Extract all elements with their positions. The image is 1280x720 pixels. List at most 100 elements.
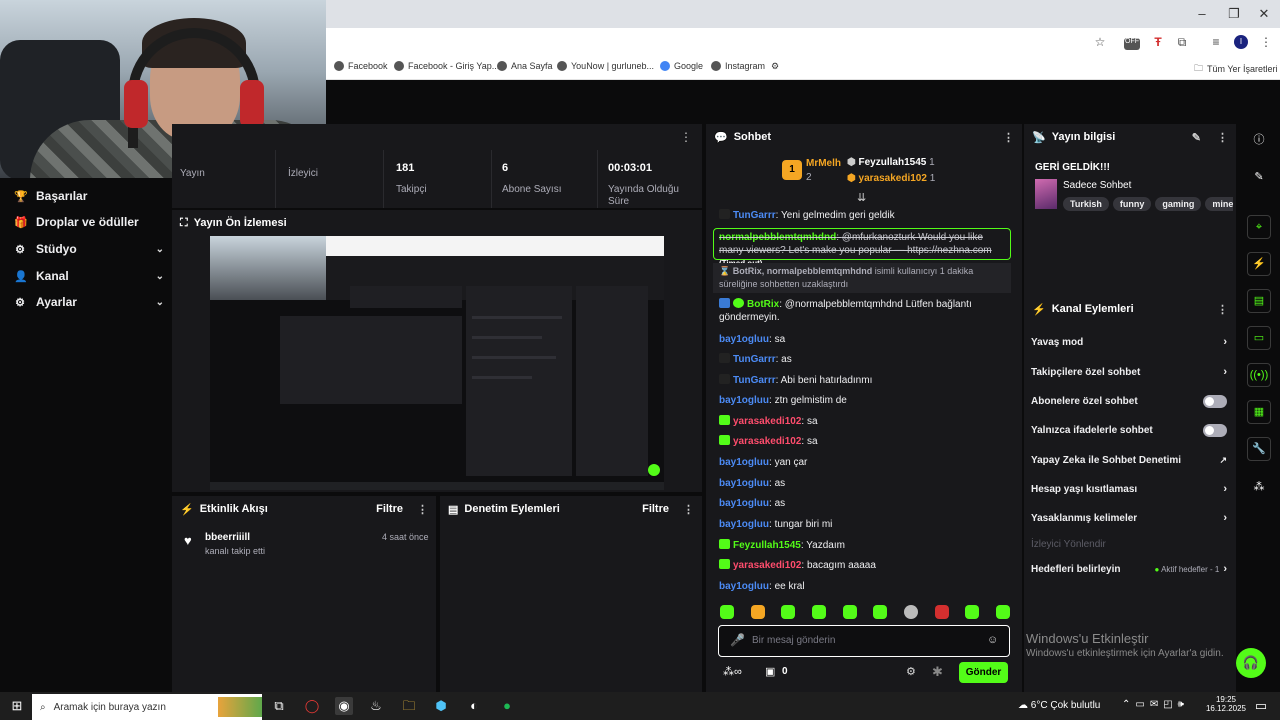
lightning-icon[interactable]: ⚡ [1247,252,1271,276]
sidebar-item-studio[interactable]: ⚙ Stüdyo ⌄ [14,236,164,262]
task-view-icon[interactable]: ⧉ [270,697,288,715]
action-emotes-only[interactable]: Yalnızca ifadelerle sohbet [1031,420,1227,440]
obs-icon[interactable]: ◐ [465,697,483,715]
action-slow-mode[interactable]: Yavaş mod › [1031,332,1227,352]
stat-followers: 181 Takipçi [388,150,492,208]
tag[interactable]: minecra [1205,197,1233,211]
settings-bookmark-icon[interactable]: ⚙ [771,61,779,72]
more-icon[interactable]: ⋮ [680,130,692,144]
more-icon[interactable]: ⋮ [1217,131,1228,144]
action-ai-moderation[interactable]: Yapay Zeka ile Sohbet Denetimi ↗ [1031,450,1227,470]
sidebar-item-drops[interactable]: 🎁 Droplar ve ödüller [14,209,164,235]
notifications-icon[interactable]: ▭ [1252,697,1270,715]
sidebar-item-settings[interactable]: ⚙ Ayarlar ⌄ [14,289,164,315]
puzzle-icon[interactable]: ⧉ [1174,35,1190,50]
bookmark-item[interactable]: Ana Sayfa [497,61,553,71]
profile-avatar[interactable]: I [1234,35,1248,49]
all-bookmarks[interactable]: 🗀 Tüm Yer İşaretleri [1194,61,1278,77]
clock[interactable]: 19:25 16.12.2025 [1203,695,1249,713]
wrench-icon[interactable]: 🔧 [1247,437,1271,461]
bot-icon[interactable]: ✱ [932,664,943,680]
preview-video[interactable] [210,236,664,490]
help-button[interactable]: 🎧 [1236,648,1266,678]
filter-button[interactable]: Filtre [642,503,669,515]
chat-message: yarasakedi102: sa [719,415,1009,428]
more-icon[interactable]: ⋮ [417,503,428,516]
tag[interactable]: gaming [1155,197,1202,211]
bookmark-item[interactable]: YouNow | gurluneb... [557,61,654,71]
close-icon[interactable]: ✕ [1256,6,1272,22]
info-icon[interactable]: ⓘ [1247,129,1271,153]
category-name[interactable]: Sadece Sohbet [1063,180,1131,191]
media-icon[interactable]: ≡ [1208,35,1224,49]
top-gifter-1[interactable]: MrMelh [806,158,841,169]
sidebar-item-channel[interactable]: 👤 Kanal ⌄ [14,263,164,289]
emote-icon[interactable] [934,605,949,619]
document-icon[interactable]: ▤ [1247,289,1271,313]
edit-icon[interactable]: ✎ [1247,166,1271,190]
menu-icon[interactable]: ⋮ [1258,35,1274,49]
emote-icon[interactable] [842,605,857,619]
action-goals[interactable]: Hedefleri belirleyin ● Aktif hedefler - 1… [1031,559,1227,579]
sidebar-item-achievements[interactable]: 🏆 Başarılar [14,183,164,209]
steam-icon[interactable]: ♨ [367,697,385,715]
emote-icon[interactable] [965,605,980,619]
top-gifter-3[interactable]: ⬢ yarasakedi102 1 [847,173,935,184]
emote-icon[interactable] [873,605,888,619]
chat-input[interactable]: Bir mesaj gönderin [752,635,835,646]
action-account-age[interactable]: Hesap yaşı kısıtlaması › [1031,479,1227,499]
action-banned-words[interactable]: Yasaklanmış kelimeler › [1031,508,1227,528]
edit-icon[interactable]: ✎ [1192,131,1201,144]
action-subscribers-only[interactable]: Abonelere özel sohbet [1031,391,1227,411]
windows-start-icon[interactable]: ⊞ [8,697,26,715]
more-icon[interactable]: ⋮ [1003,131,1014,144]
toggle-switch[interactable] [1203,394,1227,408]
restore-icon[interactable]: ❐ [1226,6,1242,22]
rank-badge: 1 [782,160,802,180]
opera-icon[interactable]: ◯ [303,697,321,715]
action-followers-only[interactable]: Takipçilere özel sohbet › [1031,362,1227,382]
send-button[interactable]: Gönder [959,662,1008,683]
bookmark-item[interactable]: Google [660,61,703,71]
system-tray[interactable]: ⌃▭✉◰🕪 [1122,699,1189,710]
more-icon[interactable]: ⋮ [683,503,694,516]
tag[interactable]: Turkish [1063,197,1109,211]
chrome-icon[interactable]: ◉ [335,697,353,715]
emote-icon[interactable] [781,605,796,619]
more-icon[interactable]: ⋮ [1217,303,1228,316]
extension-icon[interactable]: Ŧ [1150,35,1166,49]
collapse-icon[interactable]: ⇊ [857,191,866,204]
bookmark-item[interactable]: Facebook - Giriş Yap... [394,61,499,71]
emote-icon[interactable] [720,605,734,619]
extension-off-icon[interactable]: OFF [1124,38,1140,50]
minimize-icon[interactable]: – [1194,6,1210,22]
chat-icon[interactable]: ▭ [1247,326,1271,350]
bookmark-item[interactable]: Instagram [711,61,765,71]
emote-icon[interactable] [750,605,765,619]
file-explorer-icon[interactable]: 🗀 [400,697,418,715]
emote-icon[interactable] [811,605,826,619]
spotify-icon[interactable]: ● [498,697,516,715]
chat-message: bay1ogluu: sa [719,334,786,345]
toggle-switch[interactable] [1203,423,1227,437]
microphone-icon[interactable]: 🎤 [730,633,745,647]
taskbar-search[interactable]: ⌕ Aramak için buraya yazın [32,694,262,720]
gift-box-icon[interactable]: ▣ [765,665,775,678]
bookmark-star-icon[interactable]: ☆ [1092,35,1108,49]
broadcast-icon[interactable]: ((•)) [1247,363,1271,387]
filter-button[interactable]: Filtre [376,503,403,515]
bookmark-item[interactable]: Facebook [334,61,388,71]
target-icon[interactable]: ⌖ [1247,215,1271,239]
emoji-icon[interactable]: ☺ [987,634,998,646]
app-icon[interactable]: ⬢ [432,697,450,715]
action-redirect[interactable]: İzleyici Yönlendir [1031,534,1227,554]
weather[interactable]: ☁ 6°C Çok bulutlu [1018,700,1100,711]
tag[interactable]: funny [1112,197,1152,211]
top-gifter-2[interactable]: ⬢ Feyzullah1545 1 [847,157,935,168]
gear-icon[interactable]: ⚙ [906,665,916,678]
points-icon[interactable]: ⁂∞ [723,665,742,678]
layout-icon[interactable]: ▦ [1247,400,1271,424]
emote-icon[interactable] [903,605,918,619]
emote-icon[interactable] [995,605,1010,619]
users-icon[interactable]: ⁂ [1247,476,1271,500]
